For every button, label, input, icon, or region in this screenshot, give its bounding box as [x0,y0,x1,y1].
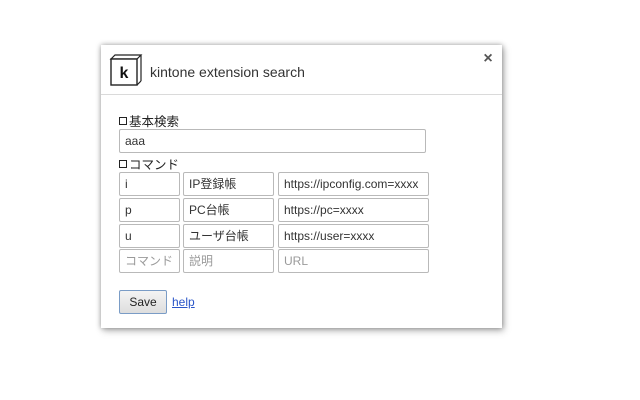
url-input[interactable]: https://user=xxxx [278,224,429,248]
new-description-input[interactable]: 説明 [183,249,274,273]
command-input[interactable]: p [119,198,180,222]
extension-popup: k kintone extension search × 基本検索 aaa コマ… [101,45,502,328]
help-link[interactable]: help [172,295,195,309]
section-bullet-icon [119,117,127,125]
description-input[interactable]: IP登録帳 [183,172,274,196]
description-input[interactable]: ユーザ台帳 [183,224,274,248]
description-input[interactable]: PC台帳 [183,198,274,222]
popup-title: kintone extension search [150,64,305,80]
section-bullet-icon [119,160,127,168]
new-url-input[interactable]: URL [278,249,429,273]
url-input[interactable]: https://pc=xxxx [278,198,429,222]
kintone-logo-icon: k [109,54,143,86]
command-input[interactable]: u [119,224,180,248]
command-input[interactable]: i [119,172,180,196]
save-button[interactable]: Save [119,290,167,314]
commands-label: コマンド [119,154,179,173]
basic-search-label: 基本検索 [119,111,179,130]
close-icon[interactable]: × [480,51,496,67]
popup-header: k kintone extension search × [101,45,502,95]
new-command-input[interactable]: コマンド [119,249,180,273]
basic-search-input[interactable]: aaa [119,129,426,153]
url-input[interactable]: https://ipconfig.com=xxxx [278,172,429,196]
logo-letter: k [120,65,129,82]
